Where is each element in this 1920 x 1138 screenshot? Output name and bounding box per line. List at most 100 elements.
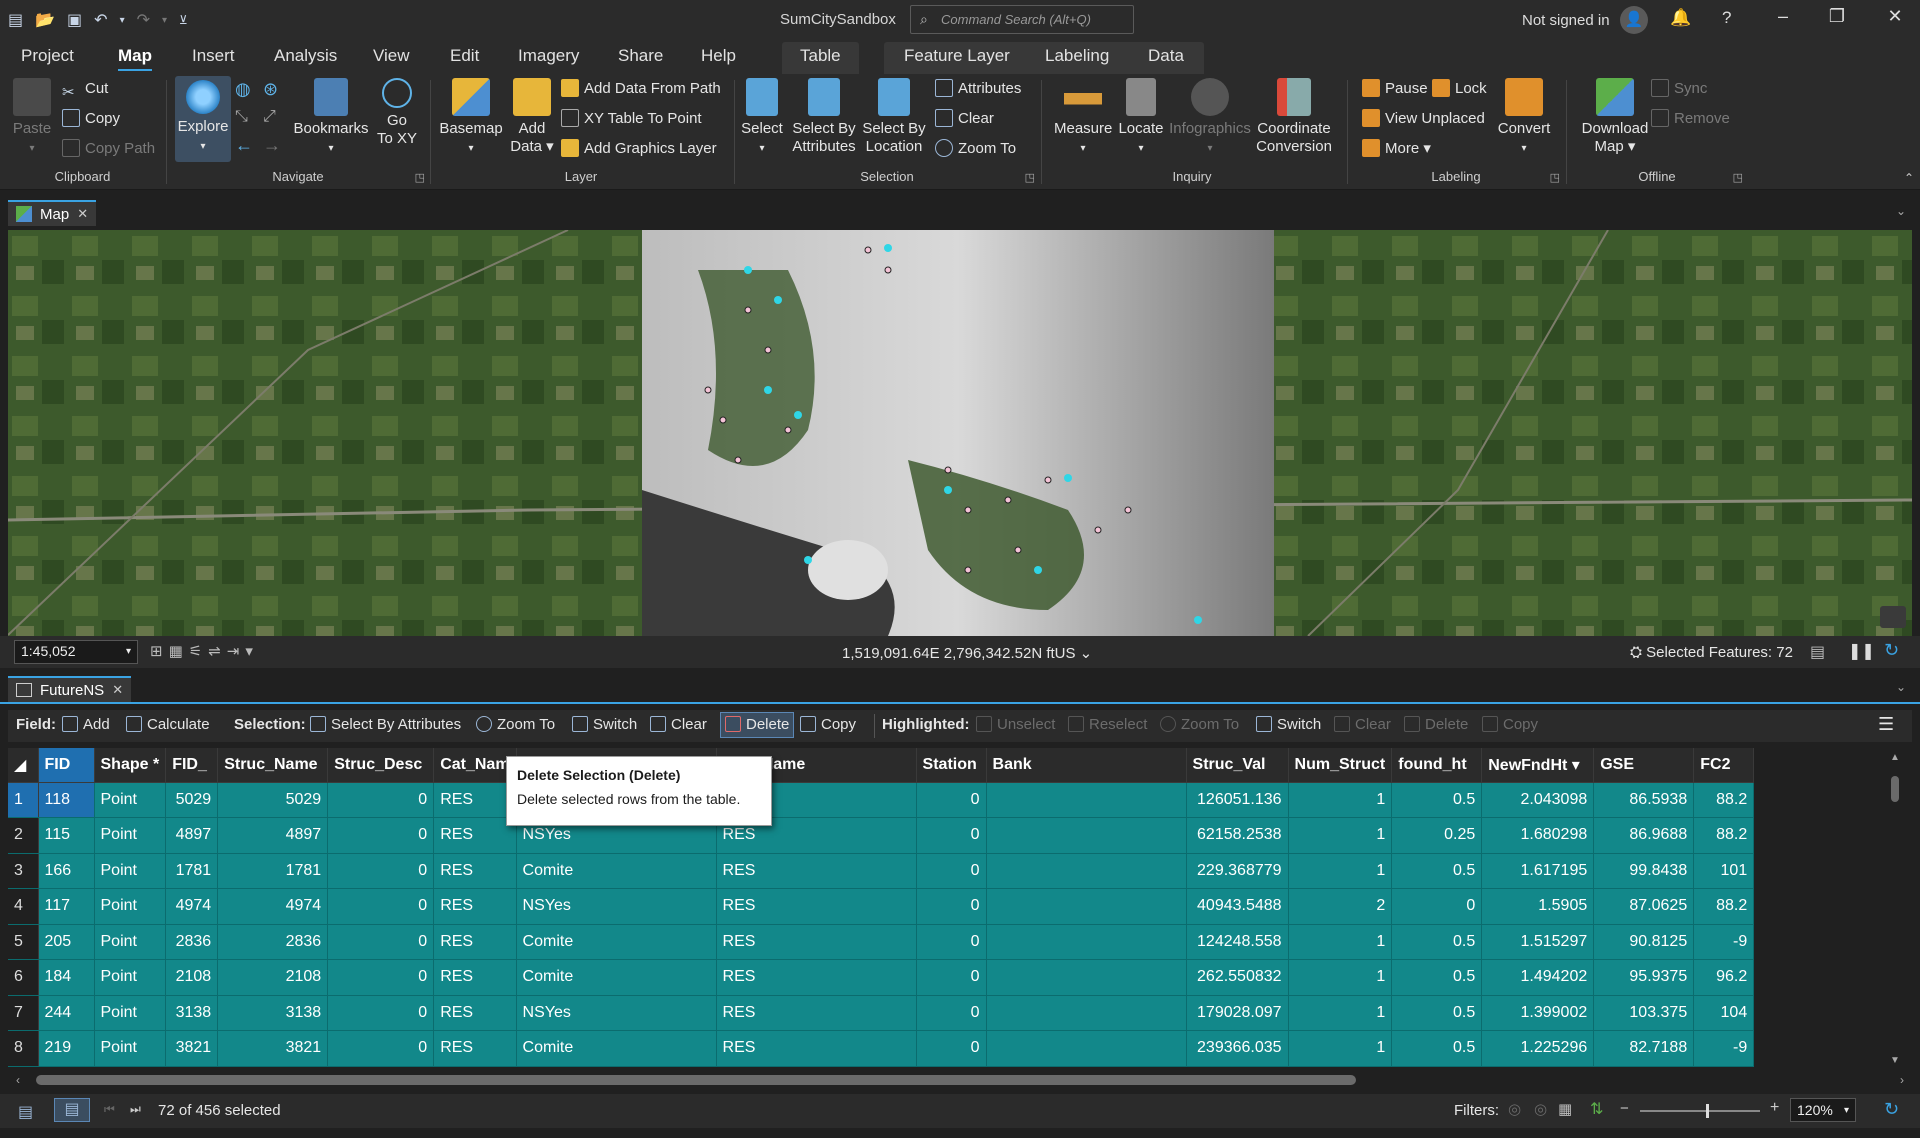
zoom-to-highlighted-button[interactable]: Zoom To bbox=[1160, 716, 1239, 733]
table-cell[interactable]: 1.515297 bbox=[1481, 924, 1595, 960]
delete-highlighted-button[interactable]: Delete bbox=[1404, 716, 1468, 733]
offline-launcher-icon[interactable]: ◳ bbox=[1733, 171, 1743, 184]
table-cell[interactable]: 117 bbox=[38, 888, 95, 925]
table-menu-icon[interactable]: ☰ bbox=[1878, 714, 1894, 735]
row-header[interactable]: 3 bbox=[8, 853, 39, 889]
next-extent-icon[interactable]: → bbox=[263, 134, 281, 156]
cut-button[interactable]: ✂ Cut bbox=[62, 78, 108, 101]
select-by-location-button[interactable]: Select By Location bbox=[861, 78, 927, 156]
table-cell[interactable]: 118 bbox=[38, 782, 95, 818]
undo-dropdown-icon[interactable]: ▾ bbox=[120, 15, 125, 26]
table-cell[interactable]: 0 bbox=[916, 924, 987, 960]
tab-table[interactable]: Table bbox=[800, 46, 841, 66]
scroll-right-icon[interactable]: › bbox=[1900, 1073, 1904, 1087]
refresh-table-icon[interactable]: ↻ bbox=[1884, 1099, 1899, 1120]
table-cell[interactable]: 3138 bbox=[217, 995, 329, 1031]
attributes-button[interactable]: Attributes bbox=[935, 78, 1021, 100]
tab-edit[interactable]: Edit bbox=[450, 46, 479, 66]
copy-button[interactable]: Copy bbox=[62, 108, 120, 130]
tab-map[interactable]: Map bbox=[118, 46, 152, 71]
table-cell[interactable]: 0 bbox=[916, 1030, 987, 1067]
table-cell[interactable]: 1 bbox=[1288, 995, 1393, 1031]
table-cell[interactable]: Comite bbox=[516, 924, 717, 960]
table-row[interactable]: 8 219 Point 3821 3821 0 RES Comite RES 0 239366.03… bbox=[8, 1030, 1755, 1067]
table-cell[interactable]: 239366.035 bbox=[1186, 1030, 1289, 1067]
measure-button[interactable]: Measure ▾ bbox=[1054, 78, 1112, 158]
scroll-left-icon[interactable]: ‹ bbox=[16, 1073, 20, 1087]
column-header-fc2[interactable]: FC2 bbox=[1693, 748, 1755, 783]
table-cell[interactable]: 262.550832 bbox=[1186, 959, 1289, 996]
table-cell[interactable]: 1.225296 bbox=[1481, 1030, 1595, 1067]
map-overview-icon[interactable] bbox=[1880, 606, 1906, 628]
table-cell[interactable]: 1 bbox=[1288, 959, 1393, 996]
table-cell[interactable]: RES bbox=[433, 817, 517, 854]
table-cell[interactable]: 124248.558 bbox=[1186, 924, 1289, 960]
table-cell[interactable]: Point bbox=[94, 959, 167, 996]
download-map-button[interactable]: Download Map ▾ bbox=[1575, 78, 1655, 156]
table-cell[interactable]: 2836 bbox=[217, 924, 329, 960]
table-cell[interactable] bbox=[986, 1030, 1187, 1067]
full-extent-icon[interactable]: ◍ bbox=[235, 78, 251, 100]
zoom-to-selection-table-button[interactable]: Zoom To bbox=[476, 716, 555, 733]
column-header-struc-name[interactable]: Struc_Name bbox=[217, 748, 329, 783]
column-header-shape[interactable]: Shape * bbox=[94, 748, 167, 783]
table-cell[interactable]: -9 bbox=[1693, 924, 1755, 960]
tab-analysis[interactable]: Analysis bbox=[274, 46, 337, 66]
table-cell[interactable]: 4897 bbox=[165, 817, 219, 854]
table-cell[interactable]: 0 bbox=[327, 1030, 435, 1067]
table-cell[interactable]: RES bbox=[716, 959, 917, 996]
table-cell[interactable]: 1.494202 bbox=[1481, 959, 1595, 996]
last-record-icon[interactable]: ⏭ bbox=[130, 1102, 141, 1117]
notifications-icon[interactable]: 🔔 bbox=[1670, 8, 1691, 28]
table-zoom-slider-thumb[interactable] bbox=[1706, 1104, 1709, 1118]
row-header-corner[interactable]: ◢ bbox=[8, 748, 39, 783]
bookmarks-button[interactable]: Bookmarks ▾ bbox=[291, 78, 371, 158]
table-cell[interactable]: 219 bbox=[38, 1030, 95, 1067]
table-cell[interactable] bbox=[986, 817, 1187, 854]
column-header-fid-underscore[interactable]: FID_ bbox=[165, 748, 219, 783]
table-cell[interactable]: 0.5 bbox=[1391, 995, 1483, 1031]
table-cell[interactable]: 0 bbox=[327, 995, 435, 1031]
tab-imagery[interactable]: Imagery bbox=[518, 46, 579, 66]
clear-selection-table-button[interactable]: Clear bbox=[650, 716, 707, 733]
convert-labels-button[interactable]: Convert ▾ bbox=[1492, 78, 1556, 158]
table-cell[interactable]: RES bbox=[716, 995, 917, 1031]
go-to-xy-button[interactable]: Go To XY bbox=[373, 78, 421, 148]
table-cell[interactable]: 3821 bbox=[217, 1030, 329, 1067]
table-cell[interactable]: RES bbox=[716, 1030, 917, 1067]
table-cell[interactable]: 3138 bbox=[165, 995, 219, 1031]
tab-data[interactable]: Data bbox=[1148, 46, 1184, 66]
sync-button[interactable]: Sync bbox=[1651, 78, 1707, 100]
table-vertical-scrollbar[interactable]: ▲ ▼ bbox=[1886, 748, 1904, 1070]
table-cell[interactable]: 244 bbox=[38, 995, 95, 1031]
table-cell[interactable]: 0 bbox=[916, 995, 987, 1031]
labeling-launcher-icon[interactable]: ◳ bbox=[1550, 171, 1560, 184]
tab-insert[interactable]: Insert bbox=[192, 46, 235, 66]
explore-button[interactable]: Explore ▾ bbox=[175, 76, 231, 162]
table-cell[interactable]: Point bbox=[94, 853, 167, 889]
table-cell[interactable]: 5029 bbox=[165, 782, 219, 818]
select-by-attributes-table-button[interactable]: Select By Attributes bbox=[310, 716, 461, 733]
infographics-button[interactable]: Infographics ▾ bbox=[1168, 78, 1252, 158]
table-cell[interactable]: 1781 bbox=[165, 853, 219, 889]
table-cell[interactable]: 2 bbox=[1288, 888, 1393, 925]
add-graphics-layer-button[interactable]: Add Graphics Layer bbox=[561, 138, 717, 160]
zoom-to-selection-button[interactable]: Zoom To bbox=[935, 138, 1016, 160]
reselect-button[interactable]: Reselect bbox=[1068, 716, 1147, 733]
pause-drawing-icon[interactable]: ❚❚ bbox=[1848, 641, 1875, 661]
attribute-table[interactable]: ◢ FID Shape * FID_ Struc_Name Struc_Desc… bbox=[8, 748, 1912, 1070]
filter-table-icon[interactable]: ▦ bbox=[1558, 1100, 1572, 1118]
table-cell[interactable]: Point bbox=[94, 924, 167, 960]
tab-view[interactable]: View bbox=[373, 46, 410, 66]
table-row[interactable]: 4 117 Point 4974 4974 0 RES NSYes RES 0 40943.5488… bbox=[8, 888, 1755, 925]
new-project-icon[interactable]: ▤ bbox=[8, 10, 23, 30]
switch-selection-button[interactable]: Switch bbox=[572, 716, 637, 733]
table-cell[interactable]: 0 bbox=[327, 888, 435, 925]
column-header-struc-desc[interactable]: Struc_Desc bbox=[327, 748, 435, 783]
table-cell[interactable]: 103.375 bbox=[1593, 995, 1695, 1031]
tab-help[interactable]: Help bbox=[701, 46, 736, 66]
table-cell[interactable]: 1.5905 bbox=[1481, 888, 1595, 925]
map-view-tab[interactable]: Map ✕ bbox=[8, 200, 97, 226]
add-data-button[interactable]: Add Data ▾ bbox=[507, 78, 557, 156]
table-cell[interactable]: Point bbox=[94, 995, 167, 1031]
